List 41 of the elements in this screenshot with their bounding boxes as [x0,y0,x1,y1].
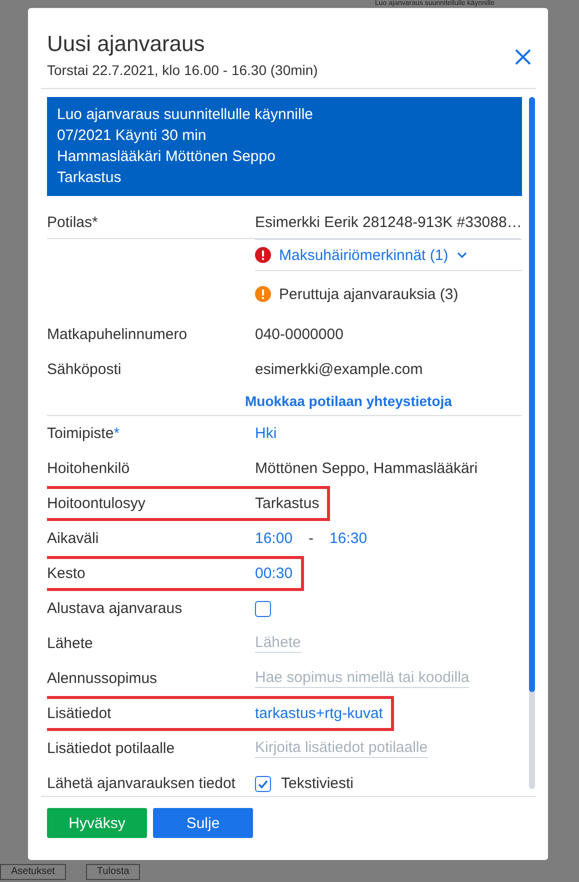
edit-contact-link[interactable]: Muokkaa potilaan yhteystietoja [245,393,452,409]
accept-button[interactable]: Hyväksy [47,808,147,838]
field-label: Lähete [47,635,94,652]
field-label: Kesto [47,565,86,582]
field-label: Hoitoontulosyy [47,495,146,512]
payment-alert-link[interactable]: Maksuhäiriömerkinnät (1) [255,246,468,264]
range-separator: - [308,530,314,547]
field-value: Möttönen Seppo, Hammaslääkäri [255,460,478,477]
field-label: Lisätiedot potilaalle [47,740,176,757]
visit-banner[interactable]: Luo ajanvaraus suunnitellulle käynnille 07/2021 Käynti 30 min Hammaslääkäri Möttönen Seppo Tarkastus [47,97,522,196]
dialog-title: Uusi ajanvaraus [47,31,206,57]
field-label: Potilas* [47,214,99,231]
end-time[interactable]: 16:30 [330,530,368,547]
field-label: Lähetä ajanvarauksen tiedot [47,775,236,792]
error-icon [255,247,271,263]
checkbox[interactable] [255,776,271,792]
field-label: Matkapuhelinnumero [47,326,188,343]
field-value: 040-0000000 [255,326,344,343]
field-label: Alennussopimus [47,670,158,687]
close-button[interactable]: Sulje [153,808,253,838]
field-value: esimerkki@example.com [255,361,423,378]
checkbox-label: Tekstiviesti [281,775,354,792]
close-icon[interactable] [514,48,532,66]
field-label: Aikaväli [47,530,100,547]
warning-text: Peruttuja ajanvarauksia (3) [279,286,458,302]
field-value[interactable]: tarkastus+rtg-kuvat [255,705,383,722]
dialog-subtitle: Torstai 22.7.2021, klo 16.00 - 16.30 (30min) [47,62,318,78]
field-value[interactable]: Hki [255,425,277,442]
field-value: Esimerkki Eerik 281248-913K #33088… [255,214,522,231]
start-time[interactable]: 16:00 [255,530,293,547]
field-label: Hoitohenkilö [47,460,131,477]
field-value[interactable]: 00:30 [255,565,293,582]
field-label: Toimipiste* [47,425,121,442]
warning-icon [255,286,271,302]
checkbox[interactable] [255,600,271,616]
field-label: Alustava ajanvaraus [47,600,184,617]
background-button[interactable]: Asetukset [0,864,66,880]
field-label: Sähköposti [47,361,122,378]
background-button[interactable]: Tulosta [86,864,140,880]
field-label: Lisätiedot [47,705,112,722]
field-value: Tarkastus [255,495,320,512]
